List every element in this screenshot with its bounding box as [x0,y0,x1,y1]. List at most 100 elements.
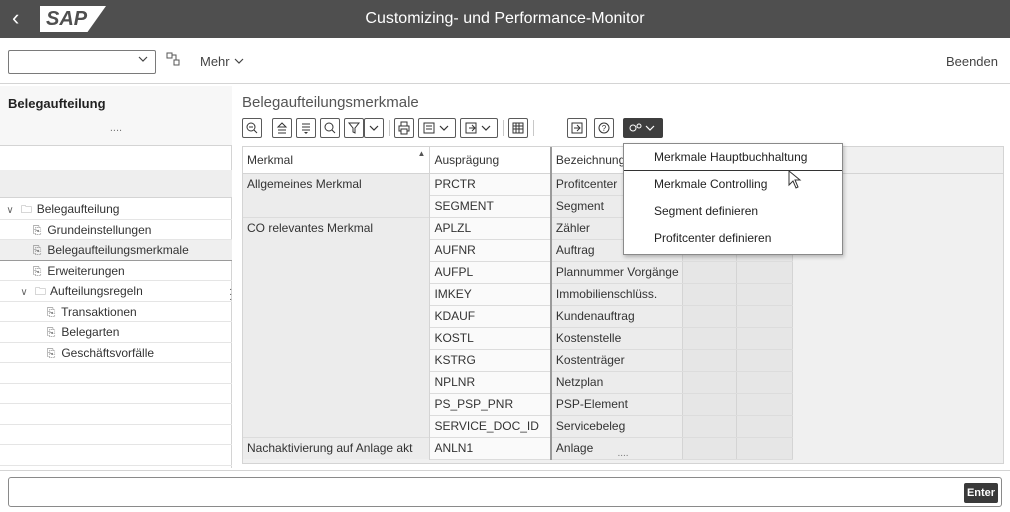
cell-auspraegung[interactable]: AUFNR [429,239,552,262]
tree-node-label: Grundeinstellungen [47,222,152,237]
cell-merkmal[interactable] [243,349,431,371]
title-bar: ‹ SAP Customizing- und Performance-Monit… [0,0,1010,38]
tree-node-belegaufteilung[interactable]: ∨ 🗀 Belegaufteilung [0,199,232,220]
table-row[interactable]: PS_PSP_PNR PSP-Element [243,393,1003,416]
tree-node-label: Belegarten [61,325,120,339]
cell-auspraegung[interactable]: NPLNR [429,371,552,394]
collapse-handle[interactable]: .... [0,122,232,134]
tree-empty-row [0,404,232,425]
more-menu-button[interactable]: Mehr [200,54,245,69]
tree-node-belegaufteilungsmerkmale[interactable]: ⎘ Belegaufteilungsmerkmale [0,240,232,261]
navigate-button[interactable] [567,118,587,138]
section-title: Belegaufteilungsmerkmale [242,94,419,111]
svg-text:?: ? [602,124,607,133]
cell-merkmal[interactable] [243,239,431,261]
tree-node-transaktionen[interactable]: ⎘ Transaktionen [0,302,232,322]
sort-indicator-icon: ▲ [417,149,426,158]
cell-filler [792,393,1003,415]
filter-button[interactable] [344,118,364,138]
table-row[interactable]: NPLNR Netzplan [243,371,1003,394]
chevron-down-icon [234,58,244,64]
table-row[interactable]: SERVICE_DOC_ID Servicebeleg [243,415,1003,438]
enter-button[interactable]: Enter [964,483,998,503]
save-layout-icon[interactable] [166,52,182,70]
resize-handle[interactable]: .... [243,448,1003,459]
command-combobox[interactable] [8,50,156,74]
cell-empty [736,393,794,416]
cell-empty [682,261,738,284]
find-button[interactable] [320,118,340,138]
cell-empty [682,393,738,416]
cell-merkmal[interactable]: Allgemeines Merkmal [243,172,431,195]
menu-item-merkmale-controlling[interactable]: Merkmale Controlling [624,171,842,198]
cell-merkmal[interactable] [243,283,431,305]
cell-bezeichnung[interactable]: PSP-Element [550,393,684,416]
view-button[interactable] [418,118,456,138]
menu-item-merkmale-hauptbuchhaltung[interactable]: Merkmale Hauptbuchhaltung [624,144,842,171]
cell-merkmal[interactable] [243,393,431,415]
expand-toggle-icon[interactable]: ∨ [18,283,30,303]
expand-toggle-icon[interactable]: ∨ [4,201,16,221]
tree-node-belegarten[interactable]: ⎘ Belegarten [0,322,232,343]
menu-item-segment-definieren[interactable]: Segment definieren [624,198,842,225]
sort-ascending-button[interactable] [272,118,292,138]
table-row[interactable]: KSTRG Kostenträger [243,349,1003,372]
cell-auspraegung[interactable]: KDAUF [429,305,552,328]
tree-node-label: Geschäftsvorfälle [61,345,155,360]
exit-button[interactable]: Beenden [946,54,998,69]
cell-bezeichnung[interactable]: Servicebeleg [550,415,684,438]
cell-merkmal[interactable] [243,261,431,283]
tree-node-aufteilungsregeln[interactable]: ∨ 🗀 Aufteilungsregeln [0,281,232,302]
cell-auspraegung[interactable]: APLZL [429,217,552,240]
cell-auspraegung[interactable]: PRCTR [429,173,552,196]
tree-empty-row [0,445,232,466]
cell-bezeichnung[interactable]: Kostenträger [550,349,684,372]
tree-node-grundeinstellungen[interactable]: ⎘ Grundeinstellungen [0,220,232,240]
cell-merkmal[interactable] [243,305,431,327]
command-field[interactable] [8,477,1002,507]
cell-bezeichnung[interactable]: Immobilienschlüss. [550,283,684,306]
menu-item-label: Merkmale Controlling [654,177,768,191]
table-row[interactable]: KDAUF Kundenauftrag [243,305,1003,328]
cell-bezeichnung[interactable]: Kundenauftrag [550,305,684,328]
help-button[interactable]: ? [594,118,614,138]
settings-menu-button[interactable] [623,118,663,138]
print-button[interactable] [394,118,414,138]
table-row[interactable]: AUFPL Plannummer Vorgänge [243,261,1003,284]
menu-item-label: Merkmale Hauptbuchhaltung [654,150,808,164]
cell-auspraegung[interactable]: KSTRG [429,349,552,372]
menu-item-label: Segment definieren [654,204,759,218]
layout-grid-button[interactable] [508,118,528,138]
cell-auspraegung[interactable]: SERVICE_DOC_ID [429,415,552,438]
zoom-details-button[interactable] [242,118,262,138]
cell-auspraegung[interactable]: AUFPL [429,261,552,284]
cell-auspraegung[interactable]: KOSTL [429,327,552,350]
cell-merkmal[interactable] [243,327,431,349]
cell-bezeichnung[interactable]: Plannummer Vorgänge [550,261,684,284]
column-header-merkmal[interactable]: Merkmal ▲ [243,147,431,174]
chevron-down-icon[interactable] [137,53,149,68]
cell-bezeichnung[interactable]: Kostenstelle [550,327,684,350]
grid-icon [512,122,524,134]
table-row[interactable]: IMKEY Immobilienschlüss. [243,283,1003,306]
application-toolbar: Mehr Beenden [0,38,1010,84]
cell-merkmal[interactable] [243,195,431,217]
tree-node-geschaeftsvorfaelle[interactable]: ⎘ Geschäftsvorfälle [0,343,232,363]
tree-node-erweiterungen[interactable]: ⎘ Erweiterungen [0,261,232,281]
tree-column-header [0,170,232,198]
cell-auspraegung[interactable]: SEGMENT [429,195,552,218]
sort-descending-button[interactable] [296,118,316,138]
column-header-auspraegung[interactable]: Ausprägung [429,147,552,174]
cell-merkmal[interactable] [243,371,431,393]
cell-auspraegung[interactable]: PS_PSP_PNR [429,393,552,416]
cell-merkmal[interactable] [243,415,431,437]
filter-menu-button[interactable] [364,118,384,138]
menu-item-profitcenter-definieren[interactable]: Profitcenter definieren [624,225,842,252]
cell-filler [792,327,1003,349]
cell-merkmal[interactable]: CO relevantes Merkmal [243,216,431,239]
table-row[interactable]: KOSTL Kostenstelle [243,327,1003,350]
chevron-down-icon [369,125,379,131]
cell-auspraegung[interactable]: IMKEY [429,283,552,306]
export-button[interactable] [460,118,498,138]
cell-bezeichnung[interactable]: Netzplan [550,371,684,394]
